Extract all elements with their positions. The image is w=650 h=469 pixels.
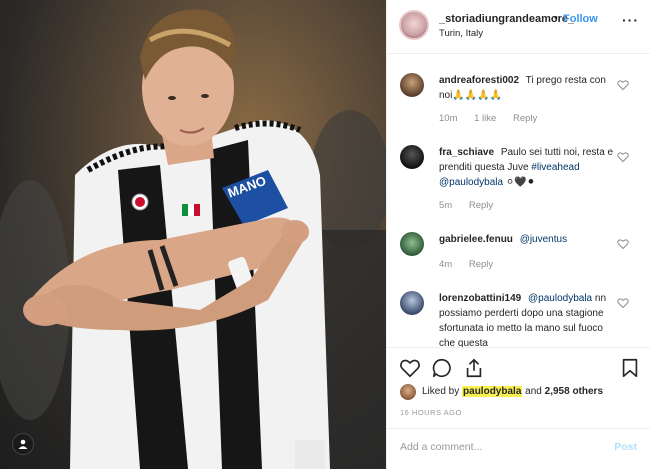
mention-link[interactable]: @paulodybala [528,293,592,304]
comment-meta: 5m Reply [439,200,507,211]
comment-icon[interactable] [431,357,453,379]
comment-emoji: ⚪🖤⚫ [505,177,536,188]
comment-time: 10m [439,113,458,124]
comment-avatar[interactable] [400,232,424,256]
post-header: _storiadiungrandeamore_ • Follow Turin, … [387,0,650,54]
comment-meta: 10m 1 like Reply [439,113,551,124]
author-avatar[interactable] [399,10,429,40]
likes-text: Liked by paulodybala and 2,958 others [422,386,603,397]
reply-button[interactable]: Reply [469,200,493,211]
reply-button[interactable]: Reply [513,113,537,124]
like-comment-icon[interactable] [617,151,629,163]
likes-summary: Liked by paulodybala and 2,958 others [400,383,640,401]
add-comment-bar: Post [387,428,650,469]
post-photo[interactable]: MANO [0,0,386,469]
post-timestamp[interactable]: 16 HOURS AGO [400,408,462,417]
comment-meta: 4m Reply [439,259,507,270]
comment-time: 5m [439,200,453,211]
mention-link[interactable]: @juventus [520,234,567,245]
comment-text: andreaforesti002 Ti prego resta con noi🙏… [439,73,615,103]
hashtag-link[interactable]: #liveahead [531,162,579,173]
separator-dot: • [554,12,558,24]
comment-avatar[interactable] [400,145,424,169]
and-label: and [525,386,542,397]
post-comment-button[interactable]: Post [614,441,637,453]
comment-text: gabrielee.fenuu @juventus [439,232,615,247]
user-icon [18,439,28,449]
comment-username[interactable]: fra_schiave [439,147,494,158]
liked-by-label: Liked by [422,386,460,397]
comment-time: 4m [439,259,453,270]
like-comment-icon[interactable] [617,297,629,309]
comment-username[interactable]: andreaforesti002 [439,75,519,86]
comment-avatar[interactable] [400,73,424,97]
comment-input[interactable] [400,441,590,453]
comment-text: lorenzobattini149 @paulodybala nn possia… [439,291,615,347]
instagram-post-modal: MANO _storiadiungrandeamore_ • Follow Tu… [0,0,650,469]
post-actions [387,347,650,387]
post-sidebar: _storiadiungrandeamore_ • Follow Turin, … [386,0,650,469]
comment-username[interactable]: gabrielee.fenuu [439,234,513,245]
liker-avatar[interactable] [400,384,416,400]
player-illustration: MANO [0,9,386,469]
follow-button[interactable]: Follow [563,13,598,25]
share-icon[interactable] [463,357,485,379]
comment-likes[interactable]: 1 like [474,113,496,124]
comments-list[interactable]: andreaforesti002 Ti prego resta con noi🙏… [387,55,650,347]
like-comment-icon[interactable] [617,79,629,91]
liker-username[interactable]: paulodybala [462,386,523,397]
comment-username[interactable]: lorenzobattini149 [439,293,521,304]
likes-count[interactable]: 2,958 others [545,386,603,397]
like-comment-icon[interactable] [617,238,629,250]
heart-icon[interactable] [399,357,421,379]
bookmark-icon[interactable] [619,357,641,379]
post-location[interactable]: Turin, Italy [439,28,483,39]
mention-link[interactable]: @paulodybala [439,177,503,188]
more-options-icon[interactable]: ··· [622,12,639,28]
reply-button[interactable]: Reply [469,259,493,270]
comment-avatar[interactable] [400,291,424,315]
comment-text: fra_schiave Paulo sei tutti noi, resta e… [439,145,615,190]
tagged-users-button[interactable] [12,433,34,455]
